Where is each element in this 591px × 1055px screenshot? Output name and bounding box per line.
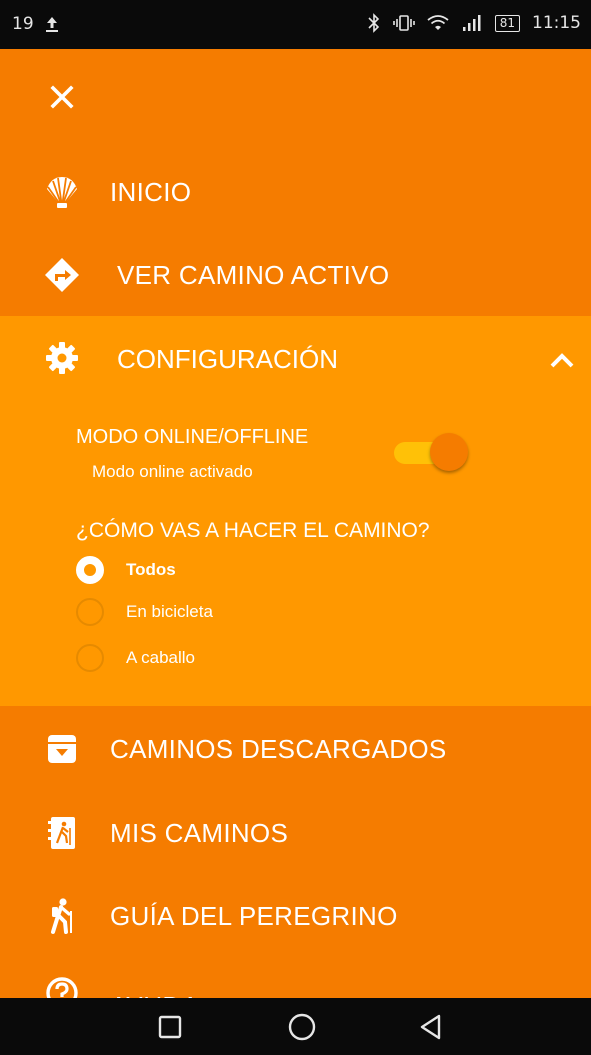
shell-icon [42, 172, 82, 212]
upload-icon [45, 17, 58, 32]
close-icon [50, 85, 74, 109]
directions-icon [42, 255, 82, 295]
archive-download-icon [42, 729, 82, 769]
online-mode-toggle[interactable] [394, 433, 470, 473]
navigation-drawer: INICIO VER CAMINO ACTIVO CONFIGURACIÓN M… [0, 49, 591, 1021]
recent-apps-icon [158, 1015, 182, 1039]
radio-selected-icon [76, 556, 104, 584]
menu-label-ver-camino-activo: VER CAMINO ACTIVO [117, 259, 390, 290]
clock: 11:15 [532, 13, 581, 33]
back-icon [420, 1014, 441, 1040]
close-button[interactable] [44, 79, 80, 115]
travel-mode-question: ¿CÓMO VAS A HACER EL CAMINO? [76, 519, 430, 542]
status-bar: 19 81 11:15 [0, 0, 591, 49]
system-navigation-bar [0, 998, 591, 1055]
menu-item-ver-camino-activo[interactable]: VER CAMINO ACTIVO [0, 235, 591, 315]
radio-option-a-caballo[interactable]: A caballo [76, 640, 195, 676]
radio-unselected-icon [76, 598, 104, 626]
hiker-icon [42, 896, 82, 936]
menu-item-caminos-descargados[interactable]: CAMINOS DESCARGADOS [0, 709, 591, 789]
recent-apps-button[interactable] [153, 1010, 187, 1044]
bluetooth-icon [368, 13, 379, 33]
radio-label: Todos [126, 560, 176, 579]
radio-unselected-icon [76, 644, 104, 672]
menu-item-mis-caminos[interactable]: MIS CAMINOS [0, 793, 591, 873]
mode-setting-status: Modo online activado [92, 462, 253, 481]
vibrate-icon [392, 15, 415, 31]
home-button[interactable] [285, 1010, 319, 1044]
menu-label-mis-caminos: MIS CAMINOS [110, 817, 289, 848]
mode-setting-title: MODO ONLINE/OFFLINE [76, 426, 309, 448]
wifi-icon [427, 15, 449, 30]
battery-icon: 81 [494, 14, 520, 32]
radio-option-en-bicicleta[interactable]: En bicicleta [76, 594, 213, 630]
config-header[interactable]: CONFIGURACIÓN [0, 316, 591, 402]
hiking-book-icon [42, 813, 82, 853]
radio-option-todos[interactable]: Todos [76, 552, 176, 588]
menu-label-inicio: INICIO [110, 176, 192, 207]
menu-label-guia-del-peregrino: GUÍA DEL PEREGRINO [110, 900, 398, 931]
signal-icon [462, 15, 481, 31]
toggle-thumb [430, 433, 468, 471]
radio-label: A caballo [126, 648, 195, 667]
gear-icon [44, 340, 80, 376]
chevron-up-icon[interactable] [547, 348, 577, 372]
menu-label-configuracion: CONFIGURACIÓN [117, 344, 338, 374]
menu-item-guia-del-peregrino[interactable]: GUÍA DEL PEREGRINO [0, 876, 591, 956]
back-button[interactable] [414, 1010, 448, 1044]
radio-label: En bicicleta [126, 602, 213, 621]
home-icon [288, 1013, 316, 1041]
status-number: 19 [12, 14, 34, 34]
menu-item-inicio[interactable]: INICIO [0, 152, 591, 232]
menu-label-caminos-descargados: CAMINOS DESCARGADOS [110, 733, 447, 764]
config-section: CONFIGURACIÓN MODO ONLINE/OFFLINE Modo o… [0, 316, 591, 706]
